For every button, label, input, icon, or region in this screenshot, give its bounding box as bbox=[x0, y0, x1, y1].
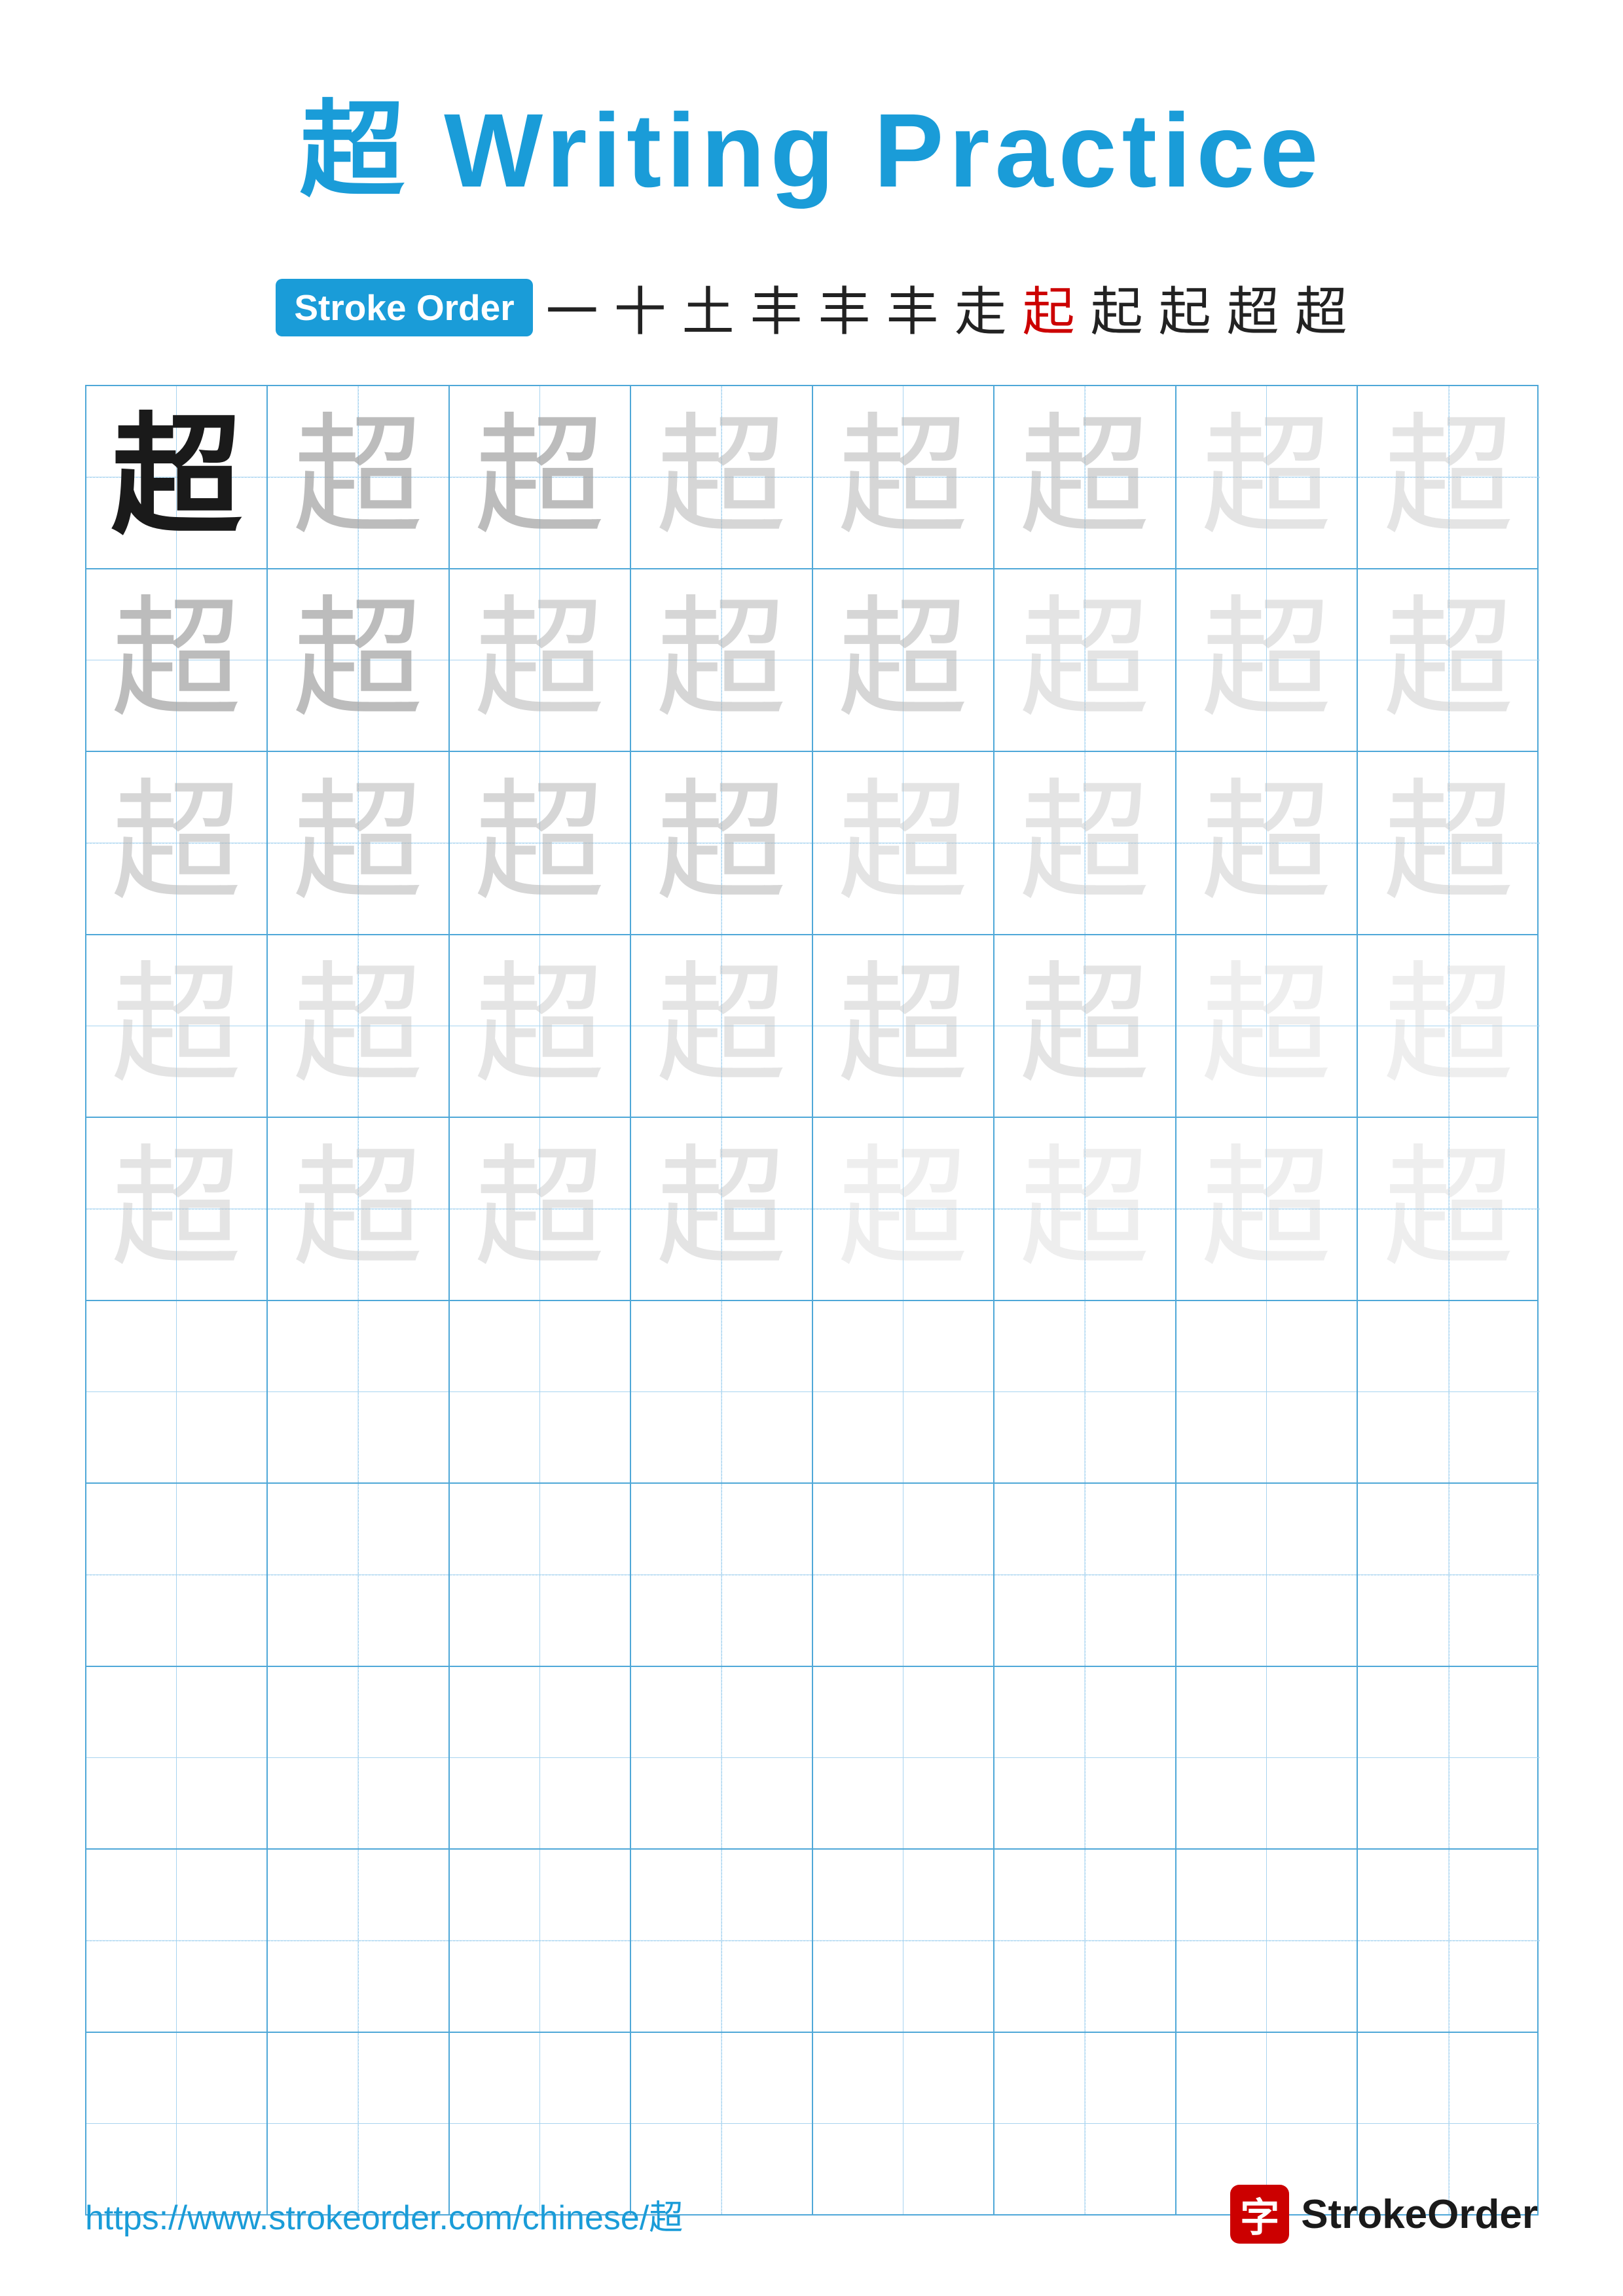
grid-cell[interactable]: 超 bbox=[1358, 752, 1540, 934]
grid-cell[interactable] bbox=[813, 1301, 995, 1483]
grid-cell[interactable]: 超 bbox=[994, 935, 1176, 1117]
grid-cell[interactable]: 超 bbox=[1358, 935, 1540, 1117]
grid-cell[interactable]: 超 bbox=[86, 569, 268, 751]
grid-cell[interactable]: 超 bbox=[86, 386, 268, 568]
grid-cell[interactable]: 超 bbox=[631, 935, 813, 1117]
grid-cell[interactable] bbox=[86, 1850, 268, 2032]
grid-cell[interactable] bbox=[268, 1301, 450, 1483]
grid-cell[interactable] bbox=[86, 1301, 268, 1483]
grid-cell[interactable] bbox=[450, 1484, 632, 1666]
grid-cell[interactable] bbox=[86, 1667, 268, 1849]
grid-cell[interactable] bbox=[1358, 1850, 1540, 2032]
grid-row: 超 超 超 超 超 超 超 bbox=[86, 935, 1537, 1119]
grid-cell[interactable] bbox=[994, 1484, 1176, 1666]
grid-cell[interactable]: 超 bbox=[813, 935, 995, 1117]
grid-row-empty bbox=[86, 1850, 1537, 2033]
grid-cell[interactable]: 超 bbox=[631, 1118, 813, 1300]
grid-cell[interactable]: 超 bbox=[631, 386, 813, 568]
page-title: 超 Writing Practice bbox=[300, 65, 1324, 217]
grid-cell[interactable] bbox=[631, 1484, 813, 1666]
grid-cell[interactable] bbox=[631, 1667, 813, 1849]
grid-cell[interactable]: 超 bbox=[631, 752, 813, 934]
grid-cell[interactable]: 超 bbox=[1358, 1118, 1540, 1300]
grid-cell[interactable]: 超 bbox=[813, 386, 995, 568]
grid-cell[interactable]: 超 bbox=[994, 386, 1176, 568]
grid-cell[interactable]: 超 bbox=[994, 1118, 1176, 1300]
grid-cell[interactable] bbox=[268, 1667, 450, 1849]
page: 超 Writing Practice Stroke Order 一 十 土 丰 … bbox=[0, 0, 1623, 2296]
grid-cell[interactable]: 超 bbox=[268, 569, 450, 751]
footer: https://www.strokeorder.com/chinese/超 字 … bbox=[0, 2185, 1623, 2244]
grid-cell[interactable]: 超 bbox=[1358, 386, 1540, 568]
grid-cell[interactable] bbox=[994, 1850, 1176, 2032]
stroke-order-chars: 一 十 土 丰 丰 丰 走 起 起 起 超 超 bbox=[546, 270, 1347, 346]
grid-cell[interactable]: 超 bbox=[813, 1118, 995, 1300]
grid-cell[interactable] bbox=[1358, 1667, 1540, 1849]
footer-url[interactable]: https://www.strokeorder.com/chinese/超 bbox=[85, 2190, 683, 2239]
grid-cell[interactable]: 超 bbox=[631, 569, 813, 751]
grid-cell[interactable] bbox=[86, 1484, 268, 1666]
grid-cell[interactable]: 超 bbox=[994, 569, 1176, 751]
grid-cell[interactable] bbox=[450, 1850, 632, 2032]
grid-cell[interactable] bbox=[813, 1484, 995, 1666]
grid-cell[interactable] bbox=[1176, 1484, 1359, 1666]
grid-cell[interactable] bbox=[1358, 1484, 1540, 1666]
grid-row-empty bbox=[86, 1484, 1537, 1667]
grid-cell[interactable] bbox=[813, 1850, 995, 2032]
grid-cell[interactable] bbox=[813, 1667, 995, 1849]
grid-cell[interactable] bbox=[994, 1667, 1176, 1849]
grid-row: 超 超 超 超 超 超 超 bbox=[86, 569, 1537, 753]
grid-row: 超 超 超 超 超 超 超 bbox=[86, 752, 1537, 935]
stroke-order-row: Stroke Order 一 十 土 丰 丰 丰 走 起 起 起 超 超 bbox=[276, 270, 1347, 346]
grid-cell[interactable]: 超 bbox=[1358, 569, 1540, 751]
grid-cell[interactable]: 超 bbox=[450, 1118, 632, 1300]
grid-cell[interactable] bbox=[450, 1667, 632, 1849]
footer-logo-text: StrokeOrder bbox=[1301, 2191, 1538, 2238]
grid-cell[interactable]: 超 bbox=[1176, 1118, 1359, 1300]
practice-grid: 超 超 超 超 超 超 超 bbox=[85, 385, 1539, 2215]
grid-cell[interactable]: 超 bbox=[813, 752, 995, 934]
grid-cell[interactable]: 超 bbox=[450, 386, 632, 568]
grid-cell[interactable] bbox=[1176, 1301, 1359, 1483]
grid-row: 超 超 超 超 超 超 超 bbox=[86, 386, 1537, 569]
grid-cell[interactable] bbox=[268, 1850, 450, 2032]
stroke-order-badge: Stroke Order bbox=[276, 279, 532, 336]
grid-cell[interactable]: 超 bbox=[268, 752, 450, 934]
grid-cell[interactable]: 超 bbox=[450, 569, 632, 751]
grid-row: 超 超 超 超 超 超 超 bbox=[86, 1118, 1537, 1301]
grid-row-empty bbox=[86, 1667, 1537, 1850]
grid-cell[interactable]: 超 bbox=[994, 752, 1176, 934]
grid-cell[interactable]: 超 bbox=[86, 752, 268, 934]
grid-cell[interactable]: 超 bbox=[1176, 569, 1359, 751]
grid-row-empty bbox=[86, 1301, 1537, 1484]
footer-logo: 字 StrokeOrder bbox=[1230, 2185, 1538, 2244]
grid-cell[interactable]: 超 bbox=[450, 935, 632, 1117]
grid-cell[interactable]: 超 bbox=[86, 935, 268, 1117]
grid-cell[interactable]: 超 bbox=[268, 1118, 450, 1300]
grid-cell[interactable] bbox=[268, 1484, 450, 1666]
grid-cell[interactable]: 超 bbox=[1176, 752, 1359, 934]
footer-logo-icon: 字 bbox=[1230, 2185, 1289, 2244]
grid-cell[interactable] bbox=[631, 1301, 813, 1483]
title-text: Writing Practice bbox=[410, 92, 1324, 209]
grid-cell[interactable]: 超 bbox=[268, 935, 450, 1117]
grid-cell[interactable]: 超 bbox=[1176, 935, 1359, 1117]
grid-cell[interactable]: 超 bbox=[86, 1118, 268, 1300]
grid-cell[interactable] bbox=[994, 1301, 1176, 1483]
grid-cell[interactable]: 超 bbox=[813, 569, 995, 751]
grid-cell[interactable] bbox=[1176, 1667, 1359, 1849]
title-char: 超 bbox=[300, 92, 410, 209]
grid-cell[interactable]: 超 bbox=[1176, 386, 1359, 568]
grid-cell[interactable]: 超 bbox=[450, 752, 632, 934]
grid-cell[interactable] bbox=[1176, 1850, 1359, 2032]
grid-cell[interactable] bbox=[450, 1301, 632, 1483]
grid-cell[interactable] bbox=[1358, 1301, 1540, 1483]
grid-cell[interactable] bbox=[631, 1850, 813, 2032]
grid-cell[interactable]: 超 bbox=[268, 386, 450, 568]
